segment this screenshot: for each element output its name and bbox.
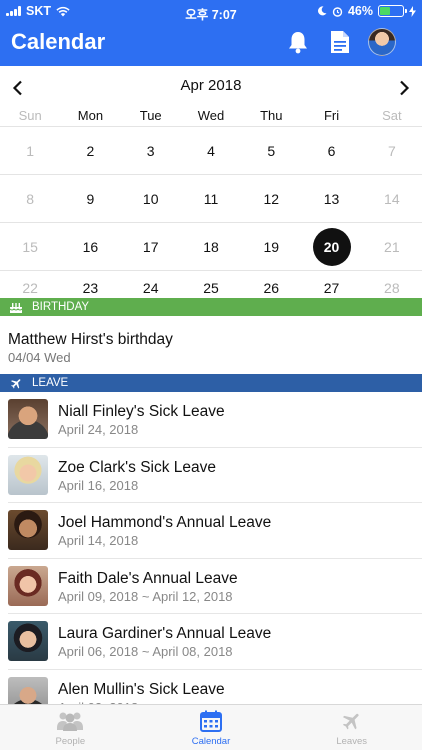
leave-item[interactable]: Laura Gardiner's Annual Leave April 06, … (0, 614, 422, 670)
leave-title: Laura Gardiner's Annual Leave (58, 625, 272, 642)
app-header: SKT 오후 7:07 46% Calendar (0, 0, 422, 66)
moon-icon (317, 6, 327, 16)
tab-leaves-label: Leaves (336, 736, 367, 747)
calendar-day[interactable]: 4 (181, 127, 241, 174)
tab-people[interactable]: People (0, 705, 141, 750)
leave-section-label: LEAVE (32, 377, 69, 389)
bottom-tab-bar: People Calendar Leaves (0, 704, 422, 750)
employee-photo (8, 399, 48, 439)
battery-icon (378, 5, 407, 17)
weekday-fri: Fri (323, 108, 340, 123)
calendar-day[interactable]: 5 (241, 127, 301, 174)
weekday-tue: Tue (139, 108, 162, 123)
status-bar: SKT 오후 7:07 46% (0, 0, 422, 22)
employee-photo (8, 621, 48, 661)
calendar-day[interactable]: 15 (0, 223, 60, 270)
birthday-item[interactable]: Matthew Hirst's birthday 04/04 Wed (0, 316, 422, 374)
weekday-header: Sun Mon Tue Wed Thu Fri Sat (0, 108, 422, 126)
calendar-day[interactable]: 7 (362, 127, 422, 174)
next-month-icon[interactable] (398, 76, 410, 102)
weekday-thu: Thu (260, 108, 283, 123)
leave-date: April 14, 2018 (58, 533, 139, 548)
leave-item[interactable]: Zoe Clark's Sick Leave April 16, 2018 (0, 448, 422, 504)
birthday-date: 04/04 Wed (8, 350, 71, 365)
calendar-week: 1 2 3 4 5 6 7 (0, 126, 422, 174)
tab-calendar-label: Calendar (191, 736, 231, 747)
calendar-day[interactable]: 24 (121, 280, 181, 296)
leave-section-header: LEAVE (0, 374, 422, 392)
weekday-wed: Wed (197, 108, 225, 123)
month-label: Apr 2018 (180, 77, 242, 94)
leave-item[interactable]: Faith Dale's Annual Leave April 09, 2018… (0, 559, 422, 615)
calendar-day[interactable]: 9 (60, 175, 120, 222)
calendar-day[interactable]: 27 (301, 280, 361, 296)
leave-date: April 06, 2018 ~ April 08, 2018 (58, 644, 233, 659)
birthday-title: Matthew Hirst's birthday (8, 331, 173, 348)
calendar-week: 8 9 10 11 12 13 14 (0, 174, 422, 222)
page-title: Calendar (11, 29, 106, 54)
employee-photo (8, 510, 48, 550)
selected-day-label: 20 (312, 227, 351, 266)
leave-title: Niall Finley's Sick Leave (58, 403, 225, 420)
employee-photo (8, 454, 48, 495)
leave-item[interactable]: Niall Finley's Sick Leave April 24, 2018 (0, 392, 422, 448)
calendar-day[interactable]: 8 (0, 175, 60, 222)
tab-calendar[interactable]: Calendar (141, 705, 282, 750)
calendar-day[interactable]: 13 (301, 175, 361, 222)
birthday-section-header: BIRTHDAY (0, 298, 422, 316)
leave-date: April 16, 2018 (58, 477, 139, 493)
leave-item[interactable]: Joel Hammond's Annual Leave April 14, 20… (0, 503, 422, 559)
alarm-icon (332, 6, 343, 17)
leave-title: Faith Dale's Annual Leave (58, 569, 238, 587)
calendar-day[interactable]: 22 (0, 280, 60, 296)
weekday-mon: Mon (77, 108, 104, 123)
calendar-day[interactable]: 11 (181, 175, 241, 222)
people-icon (56, 708, 84, 734)
leave-date: April 09, 2018 ~ April 12, 2018 (58, 588, 233, 604)
birthday-section-label: BIRTHDAY (32, 301, 90, 313)
weekday-sat: Sat (382, 108, 402, 123)
airplane-icon (341, 708, 363, 734)
calendar-day[interactable]: 17 (121, 223, 181, 270)
leave-title: Zoe Clark's Sick Leave (58, 458, 217, 476)
calendar-day[interactable]: 16 (60, 223, 120, 270)
calendar-day[interactable]: 21 (362, 223, 422, 270)
tab-leaves[interactable]: Leaves (281, 705, 422, 750)
leave-title: Alen Mullin's Sick Leave (58, 680, 225, 698)
document-icon[interactable] (326, 28, 354, 56)
calendar-day[interactable]: 2 (60, 127, 120, 174)
calendar-day[interactable]: 3 (121, 127, 181, 174)
calendar-day[interactable]: 25 (181, 280, 241, 296)
calendar-week: 15 16 17 18 19 20 21 (0, 222, 422, 270)
month-navigation: Apr 2018 (0, 66, 422, 106)
airplane-icon (0, 377, 32, 390)
calendar-day[interactable]: 10 (121, 175, 181, 222)
calendar-day[interactable]: 14 (362, 175, 422, 222)
calendar-icon (199, 708, 222, 734)
calendar-day[interactable]: 6 (301, 127, 361, 174)
calendar-day[interactable]: 18 (181, 223, 241, 270)
leave-date: April 24, 2018 (58, 422, 139, 437)
leave-title: Joel Hammond's Annual Leave (58, 514, 272, 531)
battery-percent: 46% (347, 4, 373, 18)
charging-icon (409, 5, 416, 17)
calendar-day-selected[interactable]: 20 (301, 223, 361, 270)
calendar-day[interactable]: 23 (60, 280, 120, 296)
calendar-day[interactable]: 1 (0, 127, 60, 174)
employee-photo (8, 565, 48, 606)
profile-avatar[interactable] (368, 28, 396, 56)
calendar-week: 22 23 24 25 26 27 28 (0, 270, 422, 298)
bell-icon[interactable] (284, 28, 312, 56)
calendar-day[interactable]: 19 (241, 223, 301, 270)
weekday-sun: Sun (18, 108, 42, 123)
cake-icon (0, 301, 32, 313)
calendar-day[interactable]: 28 (362, 280, 422, 296)
calendar-day[interactable]: 26 (241, 280, 301, 296)
calendar-day[interactable]: 12 (241, 175, 301, 222)
leave-list: Niall Finley's Sick Leave April 24, 2018… (0, 392, 422, 725)
tab-people-label: People (55, 736, 86, 747)
